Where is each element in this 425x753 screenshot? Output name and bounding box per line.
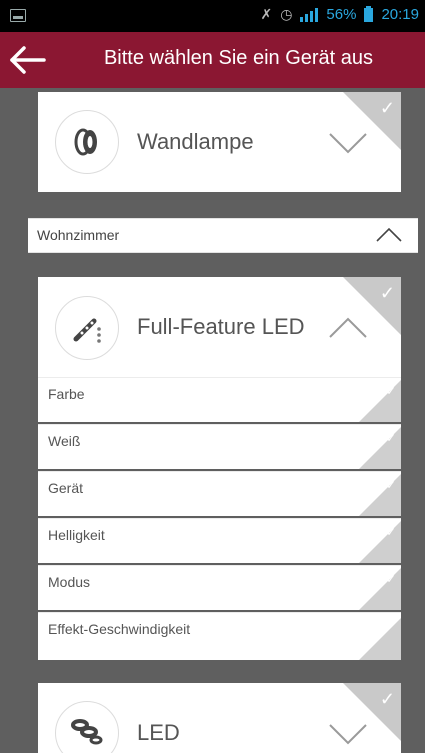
wall-lamp-icon — [55, 110, 119, 174]
feature-label: Modus — [48, 574, 91, 590]
check-icon: ✓ — [385, 525, 396, 539]
signal-icon — [300, 7, 319, 22]
device-card-wandlampe[interactable]: ✓ Wandlampe — [38, 92, 401, 192]
chevron-up-icon[interactable] — [376, 228, 402, 242]
battery-icon — [364, 5, 374, 22]
image-icon — [10, 9, 26, 22]
feature-label: Farbe — [48, 386, 85, 402]
device-name: Full-Feature LED — [137, 314, 305, 339]
room-header-wohnzimmer[interactable]: Wohnzimmer — [28, 218, 418, 253]
feature-item-weiss[interactable]: Weiß ✓ — [38, 424, 401, 469]
status-bar: ✗ ◷ 56% 20:19 — [0, 0, 425, 32]
chevron-down-icon[interactable] — [328, 132, 368, 154]
alarm-icon: ◷ — [280, 6, 293, 22]
battery-percent: 56% — [326, 6, 357, 23]
back-button[interactable] — [8, 42, 48, 78]
check-icon: ✓ — [379, 283, 395, 303]
room-label: Wohnzimmer — [37, 227, 120, 243]
check-icon: ✓ — [385, 431, 396, 445]
status-icons: ✗ ◷ 56% 20:19 — [260, 5, 419, 23]
device-card-full-feature-led[interactable]: ✓ Full-Feature LED — [38, 277, 401, 377]
chevron-down-icon[interactable] — [328, 723, 368, 745]
device-card-led[interactable]: ✓ LED — [38, 683, 401, 753]
feature-item-helligkeit[interactable]: Helligkeit ✓ — [38, 518, 401, 563]
arrow-left-icon — [10, 46, 46, 74]
feature-label: Gerät — [48, 480, 84, 496]
feature-item-geraet[interactable]: Gerät ✓ — [38, 471, 401, 516]
feature-item-modus[interactable]: Modus ✓ — [38, 565, 401, 610]
feature-item-farbe[interactable]: Farbe ✓ — [38, 377, 401, 422]
device-name: Wandlampe — [137, 129, 254, 154]
check-icon: ✓ — [385, 619, 396, 633]
app-bar: Bitte wählen Sie ein Gerät aus — [0, 32, 425, 88]
feature-label: Effekt-Geschwindigkeit — [48, 621, 191, 637]
led-strip-icon — [55, 296, 119, 360]
led-dots-icon — [55, 701, 119, 753]
feature-item-effekt-geschwindigkeit[interactable]: Effekt-Geschwindigkeit ✓ — [38, 612, 401, 660]
feature-label: Weiß — [48, 433, 81, 449]
check-icon: ✓ — [379, 98, 395, 118]
page-title: Bitte wählen Sie ein Gerät aus — [103, 47, 374, 69]
clock: 20:19 — [381, 6, 419, 23]
check-icon: ✓ — [379, 689, 395, 709]
check-icon: ✓ — [385, 572, 396, 586]
chevron-up-icon[interactable] — [328, 317, 368, 339]
feature-label: Helligkeit — [48, 527, 105, 543]
check-icon: ✓ — [385, 478, 396, 492]
check-icon: ✓ — [385, 384, 396, 398]
mute-icon: ✗ — [260, 6, 273, 22]
device-name: LED — [137, 720, 180, 745]
